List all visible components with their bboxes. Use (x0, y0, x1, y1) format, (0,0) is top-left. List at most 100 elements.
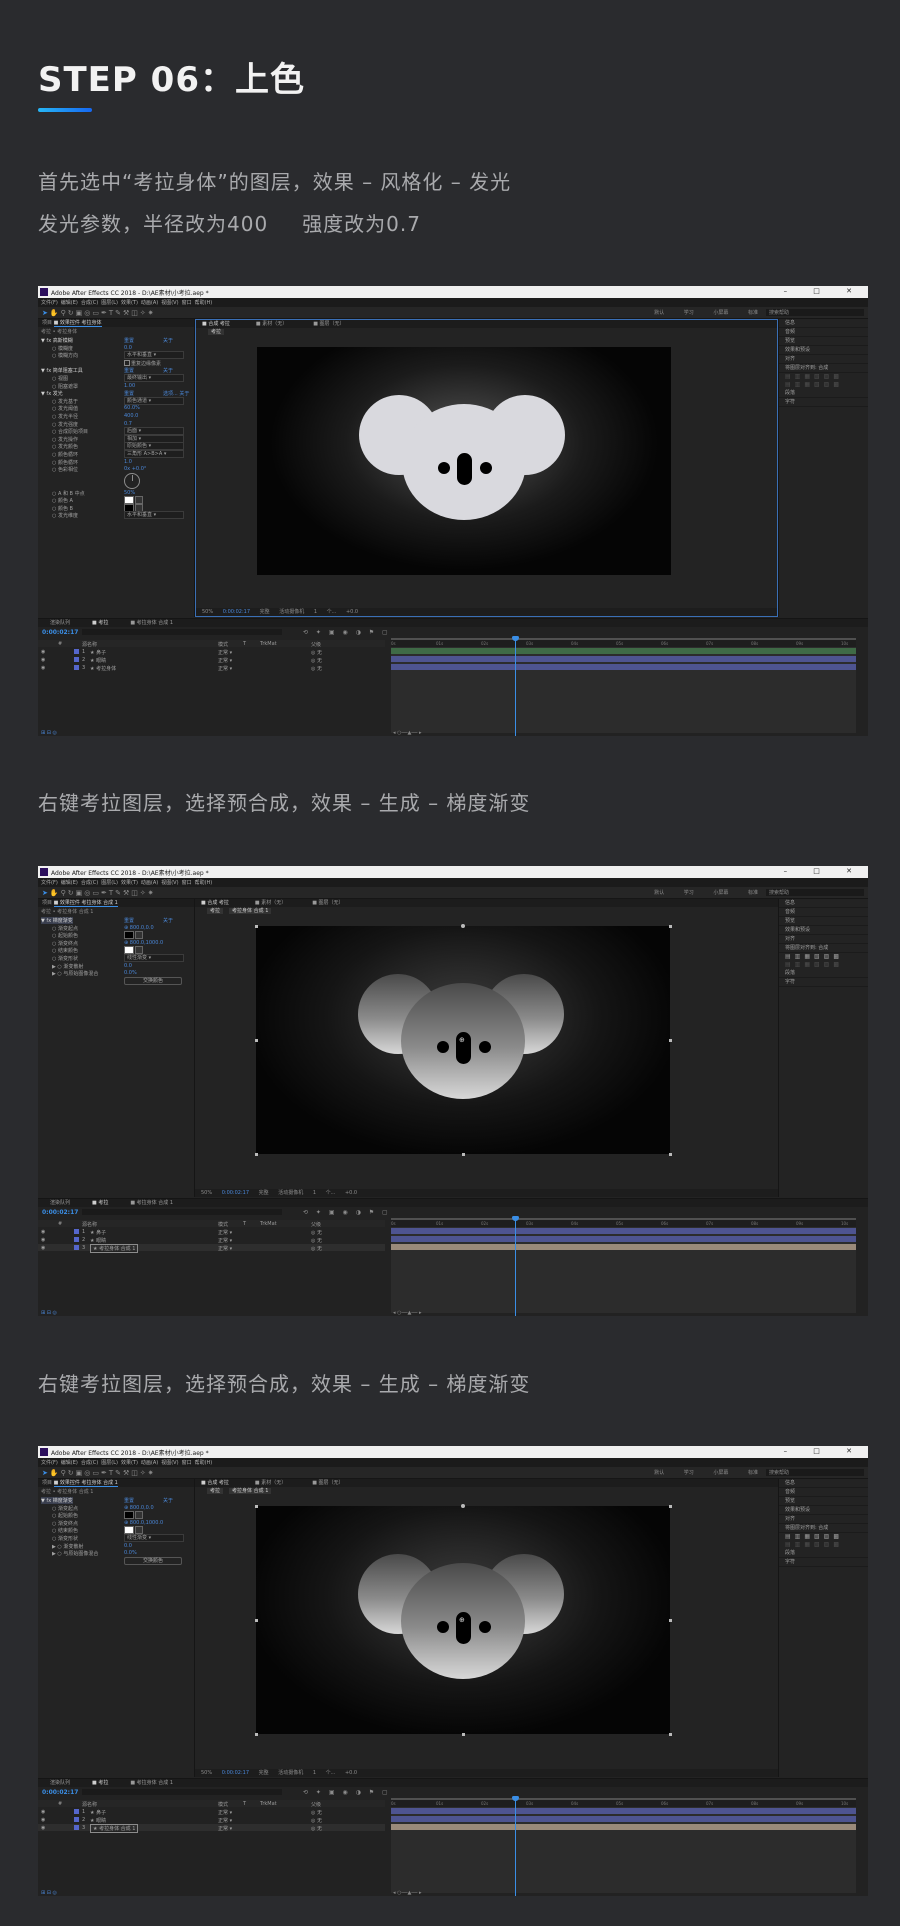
window-controls[interactable]: – □ ✕ (784, 287, 864, 295)
tab-project[interactable]: 项目 (42, 1480, 54, 1486)
menu-item-8[interactable]: 窗口 (182, 879, 192, 886)
property-value[interactable]: 0.7 (124, 421, 132, 427)
menu-item-7[interactable]: 视图(V) (161, 299, 178, 306)
comp-subtab-1[interactable]: 考拉 (207, 908, 224, 914)
visibility-icon[interactable]: ◉ (41, 1245, 45, 1251)
property-value[interactable]: ⊕ 800.0,1000.0 (124, 1520, 163, 1526)
layer-duration-bar[interactable] (391, 1236, 856, 1242)
layer-duration-bar[interactable] (391, 1228, 856, 1234)
timeline-search-input[interactable] (82, 1209, 282, 1215)
viewer-control-5[interactable]: 1 个... (313, 1190, 345, 1196)
workspace-switcher[interactable]: 默认 学习 小屏幕 标准 (654, 889, 758, 896)
workspace-switcher[interactable]: 默认 学习 小屏幕 标准 (654, 1469, 758, 1476)
selection-tool-icon[interactable]: ➤ (42, 309, 50, 317)
layer-label-color[interactable] (74, 1237, 79, 1242)
menu-item-9[interactable]: 帮助(H) (195, 879, 213, 886)
layer-label-color[interactable] (74, 1245, 79, 1250)
timeline-status-icons[interactable]: ⊞ ⊟ ◎ (41, 730, 57, 736)
menu-item-6[interactable]: 动画(A) (141, 299, 158, 306)
property-value[interactable]: 1.0 (124, 459, 132, 465)
property-name[interactable]: ○ 发光维度 (52, 512, 78, 519)
menu-item-5[interactable]: 效果(T) (121, 879, 138, 886)
property-value[interactable]: 0x +0.0° (124, 466, 146, 472)
viewer-control-6[interactable]: +0.0 (345, 1770, 357, 1776)
layer-mode[interactable]: 正常 ▾ (218, 1809, 232, 1816)
menu-item-2[interactable]: 编辑(E) (61, 879, 78, 886)
tab-project[interactable]: 项目 (42, 900, 54, 906)
viewer-control-6[interactable]: +0.0 (345, 1190, 357, 1196)
menu-item-7[interactable]: 视图(V) (161, 879, 178, 886)
timeline-tab-1[interactable]: 渲染队列 (50, 1780, 70, 1786)
comp-tab-2[interactable]: ■ 素材（无） (255, 1480, 286, 1486)
layer-duration-bar[interactable] (391, 1244, 856, 1250)
workspace-switcher[interactable]: 默认 学习 小屏幕 标准 (654, 309, 758, 316)
layer-name[interactable]: ★ 眼睛 (90, 1237, 106, 1244)
layer-parent[interactable]: ◎ 无 (311, 665, 322, 672)
hand-tool-icon[interactable]: ✋ (50, 309, 61, 317)
layer-name[interactable]: ★ 鼻子 (90, 1809, 106, 1816)
visibility-icon[interactable]: ◉ (41, 649, 45, 655)
transform-handle[interactable] (255, 1505, 258, 1508)
comp-subtab-1[interactable]: 考拉 (207, 1488, 224, 1494)
property-value[interactable]: ⊕ 800.0,0.0 (124, 925, 154, 931)
panel-2[interactable]: 音频 (779, 1488, 868, 1497)
menu-item-1[interactable]: 文件(F) (41, 1459, 58, 1466)
panel-1[interactable]: 信息 (779, 1479, 868, 1488)
composition-canvas[interactable]: ⊕ (256, 1506, 670, 1734)
brush-tool-icon[interactable]: ✎ (115, 889, 123, 897)
comp-tab-1[interactable]: ■ 合成 考拉 (202, 321, 230, 327)
menu-item-8[interactable]: 窗口 (182, 299, 192, 306)
current-time-indicator[interactable] (512, 1216, 519, 1316)
layer-label-color[interactable] (74, 665, 79, 670)
panel-4[interactable]: 效果和预设 (779, 346, 868, 355)
layer-parent[interactable]: ◎ 无 (311, 1809, 322, 1816)
panel-1[interactable]: 信息 (779, 899, 868, 908)
panel-7[interactable]: 字符 (779, 978, 868, 987)
comp-tab-2[interactable]: ■ 素材（无） (255, 900, 286, 906)
zoom-tool-icon[interactable]: ⚲ (61, 889, 68, 897)
layer-mode[interactable]: 正常 ▾ (218, 649, 232, 656)
layer-label-color[interactable] (74, 1825, 79, 1830)
layer-name[interactable]: ★ 鼻子 (90, 1229, 106, 1236)
swap-colors-button[interactable]: 交换颜色 (124, 976, 182, 985)
transform-handle[interactable] (462, 1733, 465, 1736)
window-controls[interactable]: – □ ✕ (784, 867, 864, 875)
selection-tool-icon[interactable]: ➤ (42, 1469, 50, 1477)
pen-tool-icon[interactable]: ✒ (101, 1469, 109, 1477)
property-value[interactable]: 0.0% (124, 1550, 137, 1556)
eraser-tool-icon[interactable]: ◫ (131, 1469, 140, 1477)
property-value[interactable]: 1.00 (124, 383, 135, 389)
panel-3[interactable]: 预览 (779, 917, 868, 926)
layer-label-color[interactable] (74, 1817, 79, 1822)
property-value[interactable]: 60.0% (124, 405, 140, 411)
panel-2[interactable]: 音频 (779, 328, 868, 337)
layer-row[interactable]: ◉ 1 ★ 鼻子 正常 ▾ ◎ 无 (38, 1808, 385, 1816)
menu-item-1[interactable]: 文件(F) (41, 879, 58, 886)
layer-duration-bar[interactable] (391, 1816, 856, 1822)
distribute-buttons[interactable]: ▤▥▦▧▨▩ (779, 961, 868, 969)
viewer-control-6[interactable]: +0.0 (346, 609, 358, 615)
work-area-bar[interactable] (391, 1798, 856, 1800)
timeline-switches[interactable]: ⟲ ✦ ▣ ◉ ◑ ⚑ ▢ (303, 1209, 391, 1216)
layer-label-color[interactable] (74, 657, 79, 662)
visibility-icon[interactable]: ◉ (41, 1825, 45, 1831)
current-timecode[interactable]: 0:00:02:17 (42, 1209, 78, 1216)
current-time-indicator[interactable] (512, 1796, 519, 1896)
transform-handle[interactable] (669, 1039, 672, 1042)
viewer-control-2[interactable]: 0:00:02:17 (223, 609, 260, 615)
layer-mode[interactable]: 正常 ▾ (218, 1825, 232, 1832)
comp-tab-1[interactable]: ■ 合成 考拉 (201, 1480, 229, 1486)
panel-5[interactable]: 对齐 (779, 1515, 868, 1524)
viewer-control-3[interactable]: 完整 (260, 609, 280, 615)
gradient-anchor-icon[interactable]: ⊕ (459, 1616, 465, 1624)
layer-parent[interactable]: ◎ 无 (311, 1825, 322, 1832)
viewer-control-5[interactable]: 1 个... (313, 1770, 345, 1776)
help-search-input[interactable]: 搜索帮助 (766, 309, 864, 316)
menu-item-4[interactable]: 图层(L) (101, 1459, 118, 1466)
rect-tool-icon[interactable]: ▭ (92, 1469, 101, 1477)
transform-handle[interactable] (669, 1153, 672, 1156)
layer-name[interactable]: ★ 眼睛 (90, 657, 106, 664)
timeline-tab-1[interactable]: 渲染队列 (50, 1200, 70, 1206)
distribute-buttons[interactable]: ▤▥▦▧▨▩ (779, 381, 868, 389)
visibility-icon[interactable]: ◉ (41, 1229, 45, 1235)
